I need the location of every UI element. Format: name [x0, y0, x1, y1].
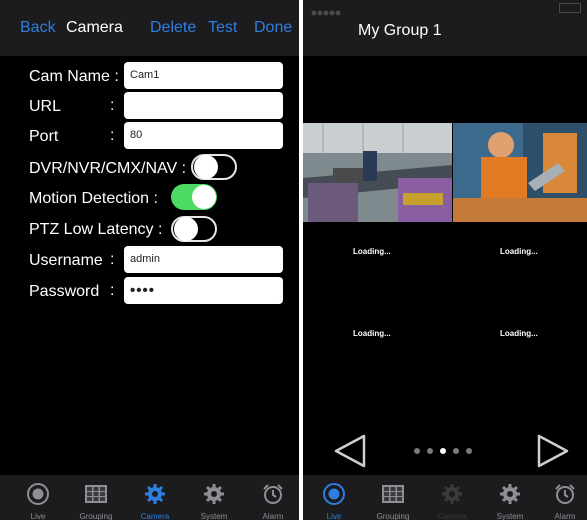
page-dot-1[interactable]: [414, 448, 420, 454]
test-button[interactable]: Test: [208, 19, 237, 37]
camera-settings-icon: [442, 484, 462, 504]
grouping-icon: [85, 485, 107, 503]
tab-system[interactable]: System: [482, 475, 538, 520]
loading-text-5: Loading...: [353, 329, 391, 338]
url-input[interactable]: [124, 92, 283, 119]
tab-label-camera: Camera: [437, 512, 467, 520]
page-title: Camera: [66, 19, 123, 36]
alarm-clock-icon: [555, 484, 575, 504]
password-label: Password: [29, 283, 100, 300]
tab-bar: Live Grouping Camera System Alarm: [0, 475, 299, 520]
back-button[interactable]: Back: [20, 19, 56, 37]
system-gear-icon: [500, 484, 520, 504]
tab-label-alarm: Alarm: [262, 512, 284, 520]
cam-name-input[interactable]: Cam1: [124, 62, 283, 89]
page-dot-3[interactable]: [440, 448, 446, 454]
tab-grouping[interactable]: Grouping: [365, 475, 421, 520]
tab-label-alarm: Alarm: [554, 512, 576, 520]
status-bar-signal: [311, 4, 401, 16]
page-dot-4[interactable]: [453, 448, 459, 454]
tab-label-grouping: Grouping: [79, 512, 113, 520]
cam-name-label: Cam Name :: [29, 68, 119, 85]
tab-camera[interactable]: Camera: [424, 475, 480, 520]
system-gear-icon: [204, 484, 224, 504]
alarm-clock-icon: [263, 484, 283, 504]
url-label: URL: [29, 98, 62, 115]
ptz-low-latency-toggle[interactable]: [171, 216, 217, 242]
username-colon: :: [110, 251, 115, 268]
video-cell-2[interactable]: [453, 123, 587, 222]
camera-nav-bar: Back Camera Delete Test Done: [0, 0, 299, 56]
grouping-icon: [382, 485, 404, 503]
live-icon: [27, 483, 49, 505]
tab-system[interactable]: System: [186, 475, 242, 520]
camera-feed-image: [453, 123, 587, 222]
tab-label-live: Live: [326, 512, 342, 520]
password-colon: :: [110, 282, 115, 299]
previous-page-button[interactable]: [332, 433, 368, 469]
tab-bar: Live Grouping Camera System Alarm: [303, 475, 587, 520]
username-label: Username: [29, 252, 103, 269]
tab-label-system: System: [496, 512, 524, 520]
live-nav-bar: My Group 1: [303, 0, 587, 56]
battery-icon: [559, 3, 581, 13]
tab-live[interactable]: Live: [306, 475, 362, 520]
camera-feed-image: [303, 123, 452, 222]
chevron-left-icon: [334, 434, 366, 468]
live-icon: [323, 483, 345, 505]
tab-label-live: Live: [30, 512, 46, 520]
tab-live[interactable]: Live: [10, 475, 66, 520]
page-dot-2[interactable]: [427, 448, 433, 454]
camera-settings-icon: [145, 484, 165, 504]
chevron-right-icon: [537, 434, 569, 468]
tab-alarm[interactable]: Alarm: [537, 475, 587, 520]
tab-label-camera: Camera: [140, 512, 170, 520]
port-colon: :: [110, 127, 115, 144]
delete-button[interactable]: Delete: [150, 19, 196, 37]
dvr-toggle[interactable]: [191, 154, 237, 180]
motion-detection-label: Motion Detection :: [29, 190, 158, 207]
password-input[interactable]: ••••: [124, 277, 283, 304]
next-page-button[interactable]: [535, 433, 571, 469]
tab-camera[interactable]: Camera: [127, 475, 183, 520]
loading-text-6: Loading...: [500, 329, 538, 338]
url-colon: :: [110, 97, 115, 114]
done-button[interactable]: Done: [254, 19, 292, 37]
ptz-low-latency-label: PTZ Low Latency :: [29, 221, 163, 238]
toggle-knob: [174, 217, 198, 241]
tab-label-grouping: Grouping: [376, 512, 410, 520]
camera-settings-screen: Back Camera Delete Test Done Cam Name : …: [0, 0, 299, 520]
video-cell-1[interactable]: [303, 123, 452, 222]
toggle-knob: [192, 185, 216, 209]
dvr-label: DVR/NVR/CMX/NAV :: [29, 160, 187, 177]
loading-text-4: Loading...: [500, 247, 538, 256]
port-input[interactable]: 80: [124, 122, 283, 149]
port-label: Port: [29, 128, 59, 145]
live-view-screen: My Group 1 Loading... Loading... Loading…: [303, 0, 587, 520]
toggle-knob: [194, 155, 218, 179]
loading-text-3: Loading...: [353, 247, 391, 256]
motion-detection-toggle[interactable]: [171, 184, 217, 210]
tab-alarm[interactable]: Alarm: [245, 475, 299, 520]
tab-grouping[interactable]: Grouping: [68, 475, 124, 520]
username-input[interactable]: admin: [124, 246, 283, 273]
group-title: My Group 1: [358, 22, 442, 39]
page-dot-5[interactable]: [466, 448, 472, 454]
tab-label-system: System: [200, 512, 228, 520]
